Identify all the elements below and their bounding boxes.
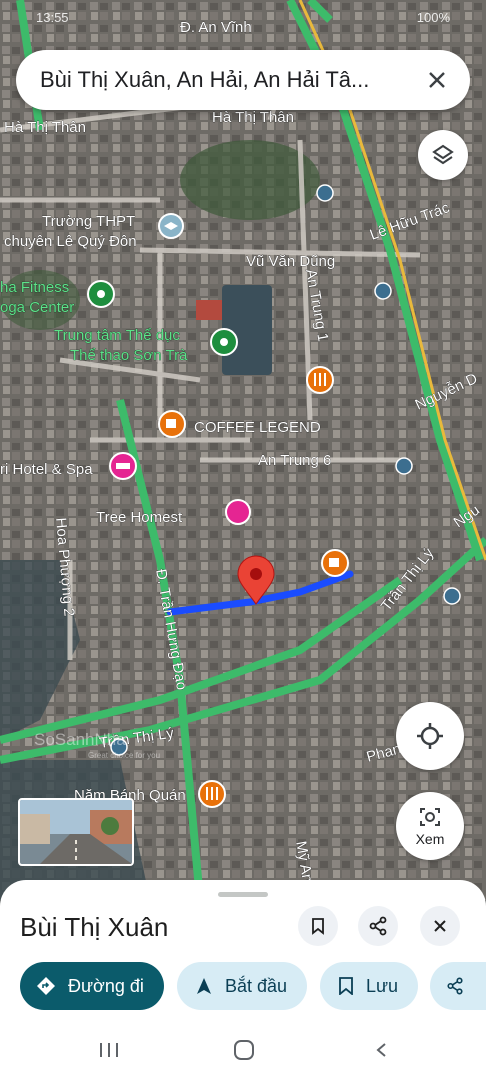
share-chip-button[interactable] bbox=[430, 962, 486, 1010]
home-icon[interactable] bbox=[225, 499, 251, 525]
fitness-icon[interactable] bbox=[87, 280, 115, 308]
start-label: Bắt đầu bbox=[225, 975, 288, 996]
poi-label: Trường THPT bbox=[42, 213, 135, 230]
save-label: Lưu bbox=[366, 975, 399, 996]
lens-icon bbox=[420, 808, 440, 826]
street-label: Hà Thị Thân bbox=[4, 119, 86, 136]
search-bar[interactable]: Bùi Thị Xuân, An Hải, An Hải Tâ... bbox=[16, 50, 470, 110]
home-button-icon[interactable] bbox=[233, 1039, 255, 1061]
start-button[interactable]: Bắt đầu bbox=[177, 962, 307, 1010]
street-label: An Trung 6 bbox=[258, 452, 331, 469]
navigation-icon bbox=[197, 978, 211, 994]
poi-label: chuyên Lê Quý Đôn bbox=[4, 233, 137, 250]
bookmark-icon bbox=[312, 918, 324, 935]
school-icon[interactable] bbox=[158, 213, 184, 239]
recent-apps-icon[interactable] bbox=[98, 1040, 120, 1060]
save-button[interactable]: Lưu bbox=[320, 962, 418, 1010]
layers-icon bbox=[432, 144, 454, 165]
back-icon[interactable] bbox=[372, 1040, 392, 1060]
poi-label: ri Hotel & Spa bbox=[0, 461, 93, 478]
action-chips: Đường đi Bắt đầu Lưu bbox=[20, 962, 486, 1010]
status-battery: 100% bbox=[416, 10, 450, 25]
restaurant-icon[interactable] bbox=[306, 366, 334, 394]
watermark-brand: SoSanhNha bbox=[34, 730, 126, 749]
street-label: Hà Thị Thân bbox=[212, 109, 294, 126]
poi-label: Tree Homest bbox=[96, 509, 183, 526]
directions-label: Đường đi bbox=[68, 975, 144, 996]
crosshair-icon bbox=[417, 723, 443, 749]
layers-button[interactable] bbox=[418, 130, 468, 180]
bus-stop-icon[interactable] bbox=[395, 457, 413, 475]
share-icon bbox=[369, 916, 387, 936]
save-icon-button[interactable] bbox=[298, 906, 338, 946]
my-location-button[interactable] bbox=[396, 702, 464, 770]
street-label: Vũ Văn Dũng bbox=[246, 253, 335, 270]
bookmark-icon bbox=[339, 977, 353, 995]
poi-label: ha Fitness bbox=[0, 279, 69, 296]
status-bar: 13:55 100% bbox=[36, 10, 450, 28]
drag-handle[interactable] bbox=[218, 892, 268, 897]
restaurant-icon[interactable] bbox=[198, 780, 226, 808]
lens-button[interactable]: Xem bbox=[396, 792, 464, 860]
close-icon[interactable] bbox=[422, 65, 452, 95]
street-view-thumbnail[interactable] bbox=[18, 798, 134, 866]
close-icon bbox=[434, 920, 446, 932]
directions-icon bbox=[37, 977, 55, 995]
directions-button[interactable]: Đường đi bbox=[20, 962, 164, 1010]
poi-label: COFFEE LEGEND bbox=[194, 419, 321, 436]
poi-label: Trung tâm Thể dục bbox=[54, 327, 180, 344]
system-nav-bar bbox=[0, 1024, 486, 1080]
search-query[interactable]: Bùi Thị Xuân, An Hải, An Hải Tâ... bbox=[40, 67, 410, 93]
bus-stop-icon[interactable] bbox=[443, 587, 461, 605]
coffee-icon[interactable] bbox=[321, 549, 349, 577]
place-title: Bùi Thị Xuân bbox=[20, 912, 169, 942]
share-icon bbox=[447, 977, 463, 995]
close-sheet-button[interactable] bbox=[420, 906, 460, 946]
hotel-icon[interactable] bbox=[109, 452, 137, 480]
poi-label: oga Center bbox=[0, 299, 74, 316]
watermark-tagline: Great choice for you bbox=[88, 751, 160, 760]
lens-label: Xem bbox=[415, 831, 445, 847]
status-time: 13:55 bbox=[36, 10, 69, 25]
sport-icon[interactable] bbox=[210, 328, 238, 356]
coffee-icon[interactable] bbox=[158, 410, 186, 438]
bus-stop-icon[interactable] bbox=[316, 184, 334, 202]
poi-label: Thể thao Sơn Trà bbox=[70, 347, 188, 364]
share-button[interactable] bbox=[358, 906, 398, 946]
bus-stop-icon[interactable] bbox=[374, 282, 392, 300]
